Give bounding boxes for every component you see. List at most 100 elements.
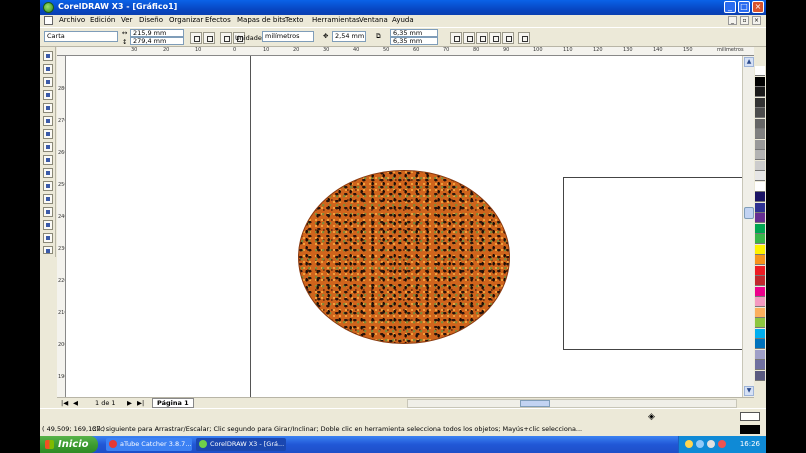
palette-swatch[interactable] — [755, 244, 765, 255]
next-page-button[interactable]: ▶ — [127, 399, 132, 407]
treat-as-filled-button[interactable] — [450, 32, 462, 44]
horizontal-scroll-thumb[interactable] — [520, 400, 550, 407]
antivirus-icon[interactable] — [718, 440, 726, 448]
palette-swatch[interactable] — [755, 328, 765, 339]
ellipse-tool-icon[interactable] — [43, 142, 53, 152]
interactive-blend-tool-icon[interactable] — [43, 194, 53, 204]
units-select[interactable]: milímetros — [262, 31, 314, 42]
palette-swatch[interactable] — [755, 139, 765, 150]
vertical-ruler[interactable]: 280 270 260 250 240 230 220 210 200 190 — [57, 56, 66, 397]
all-pages-button[interactable] — [220, 32, 232, 44]
menu-archivo[interactable]: Archivo — [59, 16, 85, 24]
palette-swatch[interactable] — [755, 108, 765, 118]
menu-organizar[interactable]: Organizar — [169, 16, 203, 24]
prev-page-button[interactable]: ◀ — [73, 399, 78, 407]
palette-swatch[interactable] — [755, 255, 765, 265]
palette-swatch[interactable] — [755, 213, 765, 223]
doc-restore-button[interactable]: ▫ — [740, 16, 749, 25]
doc-close-button[interactable]: × — [752, 16, 761, 25]
palette-swatch[interactable] — [755, 66, 765, 76]
document-icon[interactable] — [44, 16, 53, 25]
snap-to-objects-button[interactable] — [489, 32, 501, 44]
shape-tool-icon[interactable] — [43, 64, 53, 74]
menu-mapas-de-bits[interactable]: Mapas de bits — [237, 16, 286, 24]
fill-bucket-icon[interactable]: ◈ — [648, 412, 655, 422]
menu-ventana[interactable]: Ventana — [359, 16, 388, 24]
duplicate-y-field[interactable]: 6,35 mm — [390, 37, 438, 45]
palette-swatch[interactable] — [755, 171, 765, 181]
nudge-distance-field[interactable]: 2,54 mm — [332, 31, 366, 42]
basic-shapes-tool-icon[interactable] — [43, 168, 53, 178]
horizontal-ruler[interactable]: 30 20 10 0 10 20 30 40 50 60 70 80 90 10… — [57, 47, 754, 56]
scroll-up-button[interactable]: ▲ — [744, 57, 754, 67]
fill-tool-icon[interactable] — [43, 233, 53, 243]
task-coreldraw[interactable]: CorelDRAW X3 - [Grá... — [196, 438, 286, 451]
portrait-button[interactable] — [190, 32, 202, 44]
polygon-tool-icon[interactable] — [43, 155, 53, 165]
palette-swatch[interactable] — [755, 307, 765, 318]
palette-swatch[interactable] — [755, 360, 765, 370]
menu-edicion[interactable]: Edición — [90, 16, 115, 24]
palette-swatch[interactable] — [755, 297, 765, 307]
paper-size-select[interactable]: Carta — [44, 31, 118, 42]
freehand-tool-icon[interactable] — [43, 103, 53, 113]
start-button[interactable]: Inicio — [40, 436, 98, 453]
close-button[interactable]: × — [752, 1, 764, 13]
vertical-scrollbar[interactable]: ▲ ▼ — [742, 56, 754, 397]
palette-swatch[interactable] — [755, 129, 765, 139]
maximize-button[interactable]: □ — [738, 1, 750, 13]
palette-swatch[interactable] — [755, 349, 765, 360]
page-width-field[interactable]: 215,9 mm — [130, 29, 184, 37]
smart-fill-tool-icon[interactable] — [43, 116, 53, 126]
palette-swatch[interactable] — [755, 286, 765, 297]
snap-to-grid-button[interactable] — [463, 32, 475, 44]
palette-swatch[interactable] — [755, 234, 765, 244]
network-icon[interactable] — [696, 440, 704, 448]
scroll-down-button[interactable]: ▼ — [744, 386, 754, 396]
doc-minimize-button[interactable]: _ — [728, 16, 737, 25]
palette-swatch[interactable] — [755, 339, 765, 349]
palette-swatch[interactable] — [755, 202, 765, 213]
zoom-tool-icon[interactable] — [43, 90, 53, 100]
pick-tool-icon[interactable] — [43, 51, 53, 61]
duplicate-x-field[interactable]: 6,35 mm — [390, 29, 438, 37]
rectangle-tool-icon[interactable] — [43, 129, 53, 139]
palette-swatch[interactable] — [755, 118, 765, 129]
palette-swatch[interactable] — [755, 265, 765, 276]
rectangle-object[interactable] — [563, 177, 742, 350]
task-atube-catcher[interactable]: aTube Catcher 3.8.7... — [106, 438, 192, 451]
volume-icon[interactable] — [707, 440, 715, 448]
palette-swatch[interactable] — [755, 97, 765, 108]
crop-tool-icon[interactable] — [43, 77, 53, 87]
menu-ver[interactable]: Ver — [121, 16, 132, 24]
options-button[interactable] — [518, 32, 530, 44]
first-page-button[interactable]: |◀ — [61, 399, 68, 407]
interactive-fill-tool-icon[interactable] — [43, 246, 53, 254]
palette-swatch[interactable] — [755, 370, 765, 381]
menu-herramientas[interactable]: Herramientas — [312, 16, 360, 24]
horizontal-scrollbar[interactable] — [407, 399, 737, 408]
palette-swatch[interactable] — [755, 181, 765, 192]
tab-pagina-1[interactable]: Página 1 — [152, 398, 194, 408]
coreldraw-app-icon[interactable] — [43, 2, 54, 13]
text-tool-icon[interactable] — [43, 181, 53, 191]
drawing-canvas[interactable] — [66, 56, 742, 397]
palette-swatch[interactable] — [755, 87, 765, 97]
menu-texto[interactable]: Texto — [285, 16, 303, 24]
menu-ayuda[interactable]: Ayuda — [392, 16, 414, 24]
minimize-button[interactable]: _ — [724, 1, 736, 13]
dynamic-guides-button[interactable] — [502, 32, 514, 44]
palette-swatch[interactable] — [755, 160, 765, 171]
landscape-button[interactable] — [203, 32, 215, 44]
menu-diseno[interactable]: Diseño — [139, 16, 163, 24]
palette-swatch[interactable] — [755, 192, 765, 202]
textured-ellipse[interactable] — [298, 170, 510, 344]
vertical-scroll-thumb[interactable] — [744, 207, 754, 219]
palette-swatch[interactable] — [755, 223, 765, 234]
page-height-field[interactable]: 279,4 mm — [130, 37, 184, 45]
tray-icon[interactable] — [685, 440, 693, 448]
eyedropper-tool-icon[interactable] — [43, 207, 53, 217]
outline-tool-icon[interactable] — [43, 220, 53, 230]
palette-swatch[interactable] — [755, 150, 765, 160]
last-page-button[interactable]: ▶| — [137, 399, 144, 407]
